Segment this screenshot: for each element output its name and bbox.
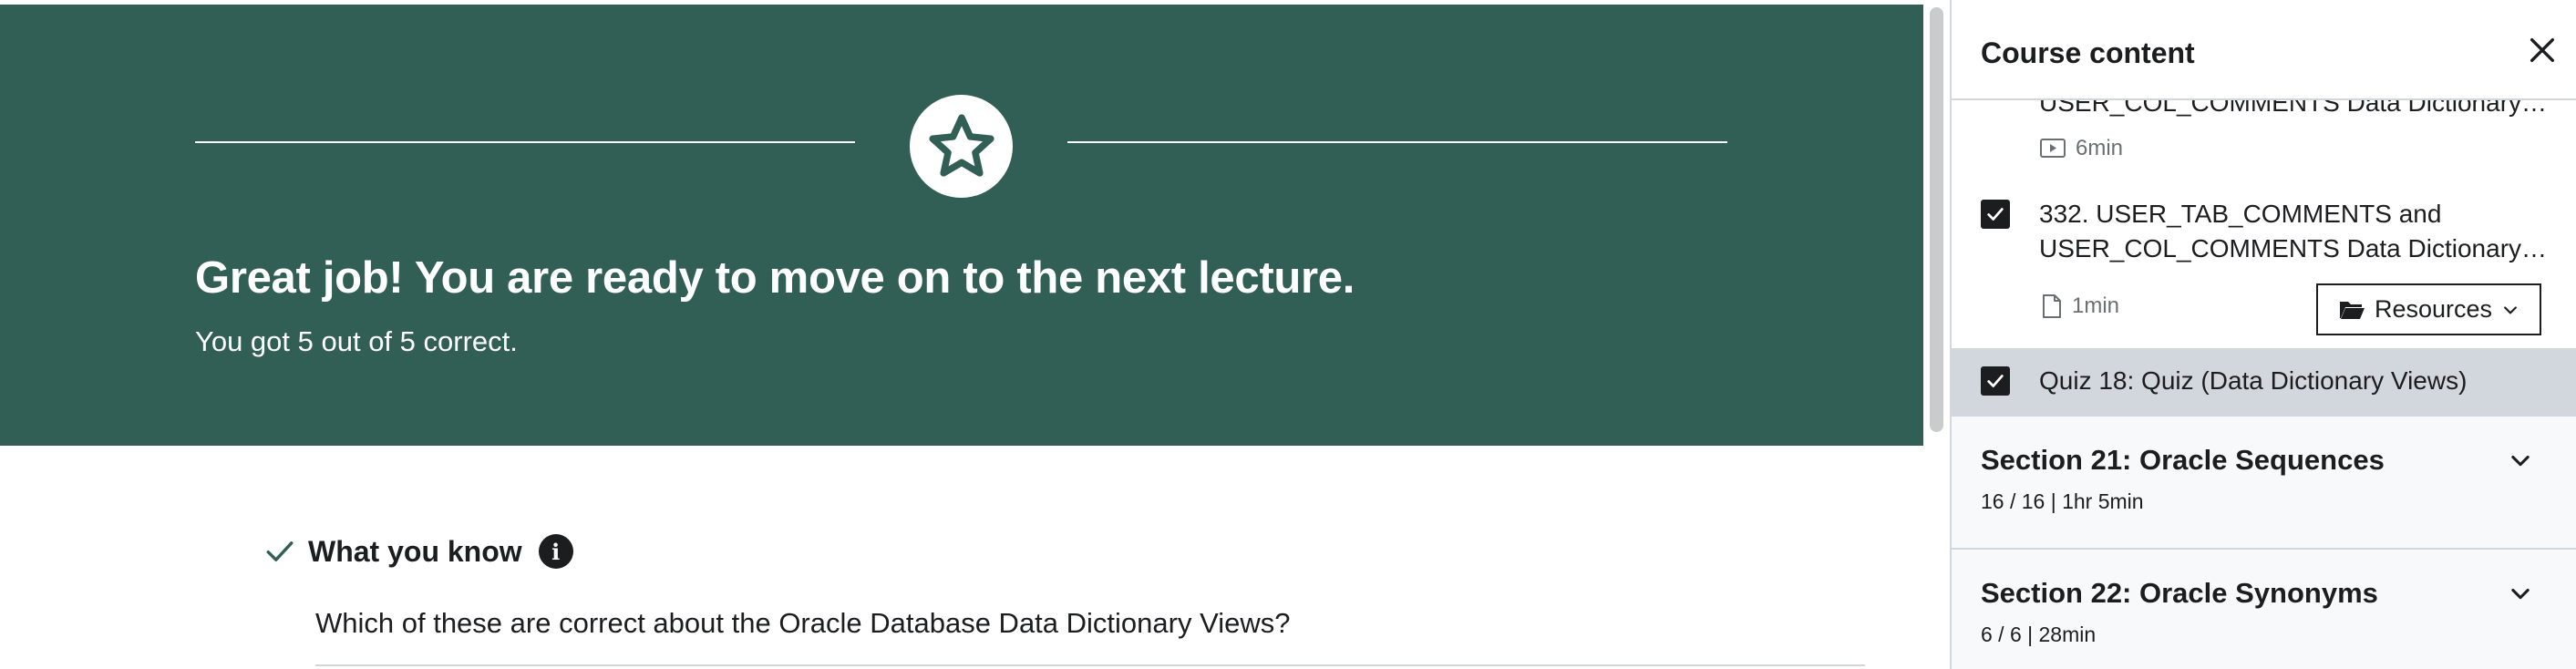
sidebar-title: Course content	[1981, 36, 2195, 69]
banner-divider-right	[1067, 141, 1727, 143]
checkmark-icon	[1987, 375, 2004, 387]
resources-button[interactable]: Resources	[2316, 283, 2541, 335]
section-title: Section 21: Oracle Sequences	[1981, 444, 2385, 476]
lecture-title-line2: USER_COL_COMMENTS Data Dictionary…	[2039, 234, 2548, 262]
close-icon[interactable]	[2527, 35, 2558, 66]
banner-divider-left	[195, 141, 855, 143]
main-scrollbar[interactable]	[1923, 0, 1950, 669]
section-oracle-synonyms[interactable]: Section 22: Oracle Synonyms 6 / 6 | 28mi…	[1952, 548, 2576, 669]
what-you-know-header: What you know i	[264, 534, 573, 569]
section-oracle-sequences[interactable]: Section 21: Oracle Sequences 16 / 16 | 1…	[1952, 415, 2576, 548]
video-icon	[2040, 139, 2066, 158]
lecture-duration: 1min	[2072, 293, 2120, 318]
chevron-down-icon	[2504, 305, 2517, 314]
quiz-result-banner: Great job! You are ready to move on to t…	[0, 5, 1923, 446]
section-title: Section 22: Oracle Synonyms	[1981, 577, 2378, 609]
result-score: You got 5 out of 5 correct.	[195, 325, 518, 357]
lecture-title-line1: 332. USER_TAB_COMMENTS and	[2039, 200, 2442, 228]
lecture-duration: 6min	[2076, 136, 2124, 160]
section-progress: 16 / 16 | 1hr 5min	[1981, 489, 2144, 513]
completed-checkbox[interactable]	[1981, 200, 2010, 229]
resources-label: Resources	[2374, 295, 2493, 323]
completed-checkbox[interactable]	[1981, 366, 2010, 396]
checkmark-icon	[1987, 208, 2004, 221]
chevron-down-icon[interactable]	[2508, 581, 2533, 606]
quiz-item-active[interactable]: Quiz 18: Quiz (Data Dictionary Views)	[1952, 348, 2576, 415]
sidebar-header: Course content	[1952, 0, 2576, 100]
star-icon	[910, 95, 1013, 198]
lecture-meta: 6min	[2039, 136, 2123, 161]
course-content-sidebar: Course content USER_COL_COMMENTS Data Di…	[1950, 0, 2576, 669]
lecture-meta: 1min	[2041, 293, 2119, 319]
section-progress: 6 / 6 | 28min	[1981, 623, 2097, 646]
quiz-title: Quiz 18: Quiz (Data Dictionary Views)	[2039, 366, 2468, 395]
result-title: Great job! You are ready to move on to t…	[195, 253, 1355, 303]
scrollbar-thumb[interactable]	[1930, 7, 1943, 432]
divider	[315, 664, 1865, 666]
folder-icon	[2339, 301, 2365, 319]
question-text: Which of these are correct about the Ora…	[315, 607, 1291, 639]
info-icon[interactable]: i	[538, 534, 573, 569]
file-icon	[2043, 294, 2061, 318]
main-content: Great job! You are ready to move on to t…	[0, 0, 1923, 669]
chevron-down-icon[interactable]	[2508, 448, 2533, 473]
check-icon	[266, 541, 294, 561]
what-you-know-title: What you know	[308, 534, 522, 568]
